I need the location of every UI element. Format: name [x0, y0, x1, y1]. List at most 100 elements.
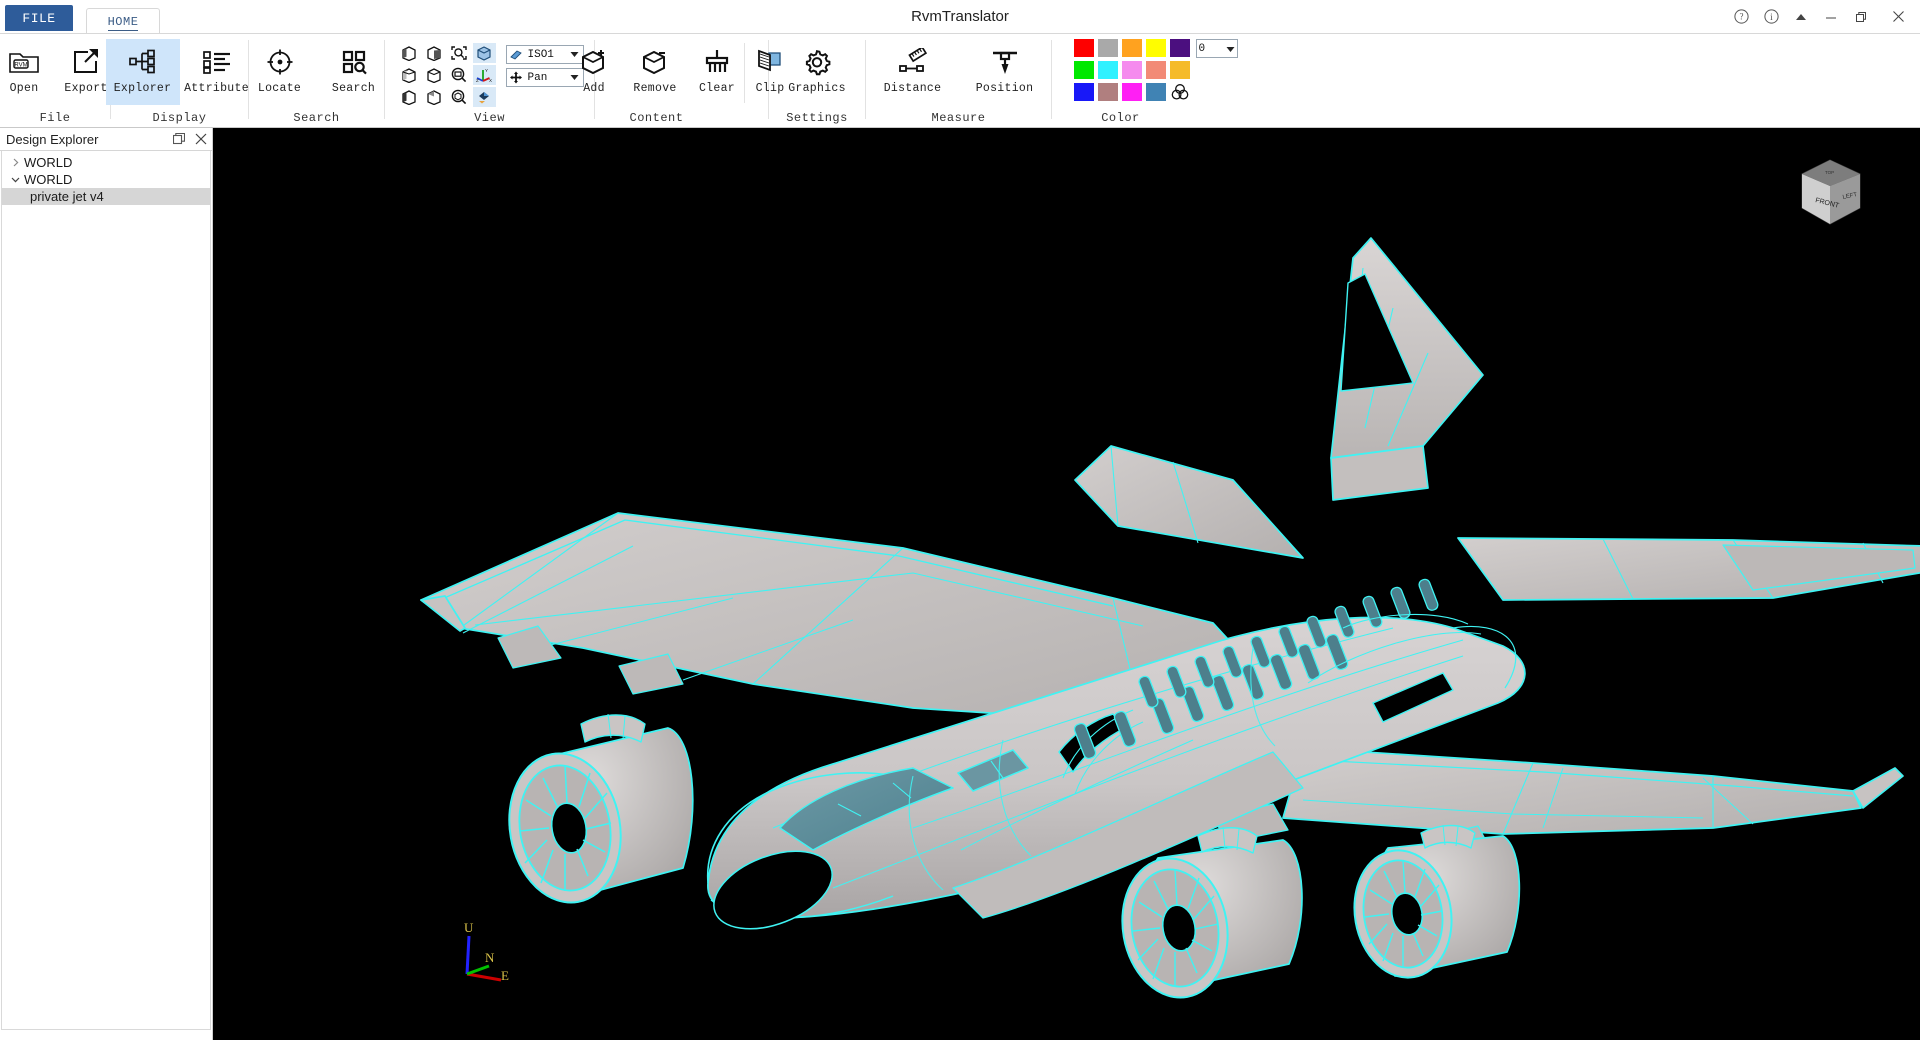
export-button-label: Export [64, 82, 108, 95]
ruler-distance-icon [896, 45, 930, 79]
search-button-label: Search [331, 82, 376, 95]
color-swatch[interactable] [1097, 39, 1118, 57]
zoom-object-icon[interactable] [448, 87, 471, 107]
target-crosshair-icon [265, 45, 295, 79]
clear-button-label: Clear [698, 82, 735, 95]
design-explorer-panel: Design Explorer WORLD WORLD private jet … [0, 128, 213, 1040]
gear-icon [802, 45, 832, 79]
color-swatch[interactable] [1121, 83, 1142, 101]
design-explorer-tree[interactable]: WORLD WORLD private jet v4 [1, 151, 211, 1030]
iso-cube-icon[interactable] [472, 43, 496, 63]
color-swatch[interactable] [1169, 61, 1190, 79]
graphics-button-label: Graphics [788, 82, 846, 95]
color-swatch[interactable] [1073, 39, 1094, 57]
view-cube[interactable]: FRONT LEFT TOP [1788, 150, 1872, 234]
svg-text:Y: Y [485, 68, 488, 73]
remove-button-label: Remove [633, 82, 677, 95]
position-button[interactable]: Position [959, 39, 1051, 105]
ribbon: RVM Open Export File Explorer Attribute … [0, 33, 1920, 128]
navigation-mode-value: Pan [527, 71, 548, 84]
box-shaded-top-icon[interactable] [423, 43, 446, 63]
axis-triad-icon[interactable]: Y Z X [472, 65, 496, 85]
explorer-button[interactable]: Explorer [105, 39, 180, 105]
info-icon[interactable]: i [1756, 0, 1786, 33]
clear-button[interactable]: Clear [692, 39, 742, 105]
chevron-right-icon[interactable] [6, 158, 24, 167]
remove-button[interactable]: Remove [618, 39, 692, 105]
tab-home-label: HOME [107, 15, 139, 31]
zoom-fit-box-icon[interactable] [448, 43, 471, 63]
axis-triad: U N E [449, 922, 519, 992]
color-swatch[interactable] [1097, 61, 1118, 79]
application-window: FILE HOME RvmTranslator ? i RVM Open Exp… [0, 0, 1920, 1040]
box-plus-icon [579, 45, 609, 79]
graphics-button[interactable]: Graphics [774, 39, 860, 105]
3d-viewport[interactable]: FRONT LEFT TOP U N E [213, 128, 1920, 1040]
tree-node-label: WORLD [24, 155, 73, 170]
ribbon-group-file: RVM Open Export File [0, 34, 110, 127]
locate-button-label: Locate [257, 82, 302, 95]
box-wire-top-icon[interactable] [423, 65, 446, 85]
distance-button[interactable]: Distance [867, 39, 959, 105]
tree-node-world-collapsed[interactable]: WORLD [2, 154, 210, 171]
box-solid-left-icon[interactable] [398, 87, 421, 107]
svg-text:Z: Z [476, 78, 479, 83]
transparency-dropdown[interactable]: 0 [1195, 39, 1238, 58]
color-swatch[interactable] [1097, 83, 1118, 101]
ribbon-group-file-label: File [39, 111, 71, 125]
ribbon-group-display: Explorer Attribute Display [105, 34, 249, 127]
chevron-down-icon [1226, 41, 1235, 56]
color-swatch[interactable] [1073, 83, 1094, 101]
minimize-icon[interactable] [1816, 0, 1846, 33]
render-style-icon[interactable] [472, 87, 496, 107]
svg-text:?: ? [1739, 12, 1743, 22]
ribbon-group-color: 0 Color [1052, 34, 1249, 127]
tab-file[interactable]: FILE [5, 5, 73, 31]
close-icon[interactable] [1876, 0, 1920, 33]
axis-label-north: N [485, 950, 495, 965]
color-swatch[interactable] [1145, 83, 1166, 101]
search-button[interactable]: Search [317, 39, 391, 105]
color-swatch[interactable] [1121, 39, 1142, 57]
color-swatch[interactable] [1145, 61, 1166, 79]
tree-node-label: WORLD [24, 172, 73, 187]
help-icon[interactable]: ? [1726, 0, 1756, 33]
window-controls: ? i [1726, 0, 1920, 33]
list-attribute-icon [201, 45, 233, 79]
axis-label-up: U [464, 922, 474, 935]
open-button[interactable]: RVM Open [0, 39, 55, 105]
color-swatch[interactable] [1169, 39, 1190, 57]
color-swatch[interactable] [1073, 61, 1094, 79]
view-cube-top-label: TOP [1825, 170, 1834, 175]
svg-text:i: i [1770, 13, 1773, 23]
box-solid-top-icon[interactable] [423, 87, 446, 107]
box-shaded-left-icon[interactable] [398, 43, 421, 63]
locate-button[interactable]: Locate [243, 39, 317, 105]
close-icon[interactable] [190, 129, 212, 149]
color-swatch[interactable] [1121, 61, 1142, 79]
color-swatch[interactable] [1145, 39, 1166, 57]
restore-icon[interactable] [1846, 0, 1876, 33]
add-button[interactable]: Add [570, 39, 618, 105]
distance-button-label: Distance [883, 82, 942, 95]
grid-magnifier-icon [339, 45, 369, 79]
transparency-value: 0 [1198, 42, 1206, 55]
tab-file-label: FILE [22, 10, 56, 26]
axis-label-east: E [501, 968, 509, 983]
open-folder-rvm-icon: RVM [8, 45, 40, 79]
tree-node-private-jet[interactable]: private jet v4 [2, 188, 210, 205]
color-blend-icon[interactable] [1170, 83, 1190, 101]
collapse-ribbon-icon[interactable] [1786, 0, 1816, 33]
float-panel-icon[interactable] [168, 129, 190, 149]
ribbon-group-measure-label: Measure [931, 111, 986, 125]
tree-node-world-expanded[interactable]: WORLD [2, 171, 210, 188]
chevron-down-icon[interactable] [6, 175, 24, 184]
zoom-window-icon[interactable] [448, 65, 471, 85]
ribbon-group-settings: Graphics Settings [769, 34, 865, 127]
box-wire-left-icon[interactable] [398, 65, 421, 85]
tree-node-label: private jet v4 [30, 189, 104, 204]
design-explorer-header: Design Explorer [0, 128, 212, 151]
open-button-label: Open [9, 82, 39, 95]
ribbon-divider [744, 43, 745, 103]
svg-text:RVM: RVM [14, 63, 27, 69]
